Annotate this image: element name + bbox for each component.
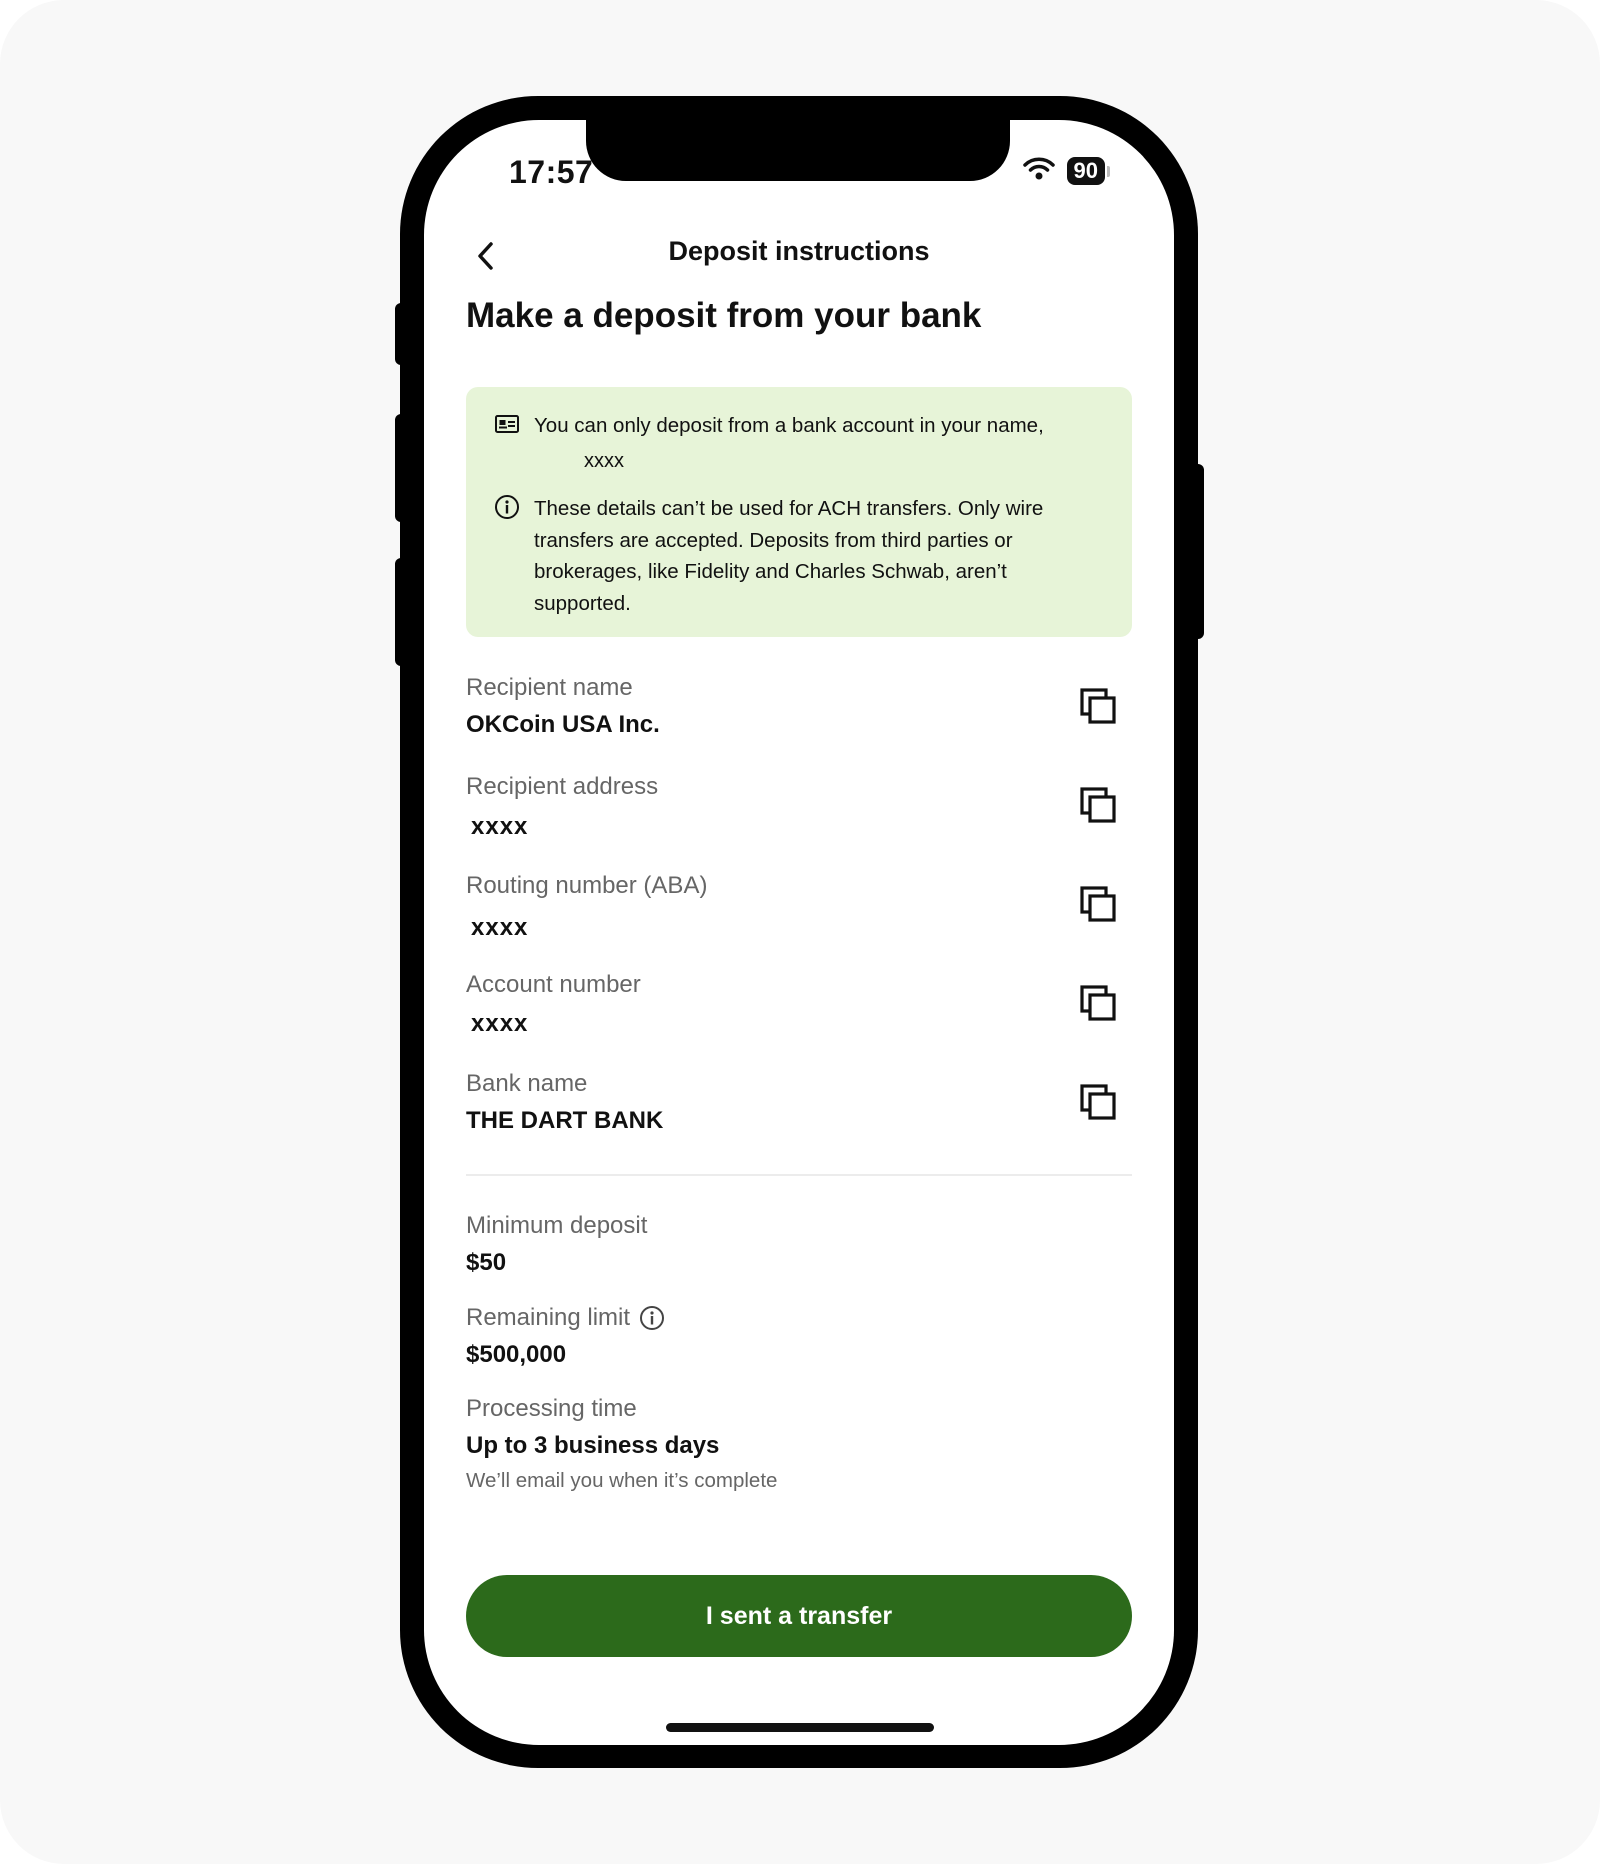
section-divider [466, 1174, 1132, 1176]
copy-icon[interactable] [1078, 884, 1118, 924]
field-value: OKCoin USA Inc. [466, 711, 660, 738]
recipient-name-field: Recipient name OKCoin USA Inc. [466, 674, 1132, 739]
notch [586, 120, 1010, 181]
status-icons: 90 [1022, 156, 1110, 186]
processing-time: Processing time Up to 3 business days We… [466, 1395, 777, 1493]
copy-icon[interactable] [1078, 785, 1118, 825]
copy-icon[interactable] [1078, 1082, 1118, 1122]
field-label: Recipient address [466, 773, 659, 800]
phone-screen: 17:57 90 Deposit instructions Make a dep… [424, 120, 1174, 1745]
field-label: Routing number (ABA) [466, 872, 708, 899]
minimum-deposit-label: Minimum deposit [466, 1212, 648, 1239]
id-card-icon [495, 415, 519, 433]
processing-time-label: Processing time [466, 1395, 637, 1422]
wire-notice-text: These details can’t be used for ACH tran… [534, 497, 1044, 615]
nav-title: Deposit instructions [668, 236, 930, 266]
remaining-limit: Remaining limit $500,000 [466, 1304, 665, 1369]
account-number-field: Account number xxxx [466, 971, 1132, 1038]
remaining-limit-label-row: Remaining limit [466, 1304, 665, 1332]
minimum-deposit: Minimum deposit $50 [466, 1212, 647, 1277]
field-value: xxxx [471, 1010, 529, 1037]
account-holder-name: xxxx [584, 450, 624, 472]
name-notice-text: You can only deposit from a bank account… [534, 414, 1044, 437]
notice-box: You can only deposit from a bank account… [466, 387, 1132, 637]
minimum-deposit-value: $50 [466, 1249, 507, 1276]
copy-icon[interactable] [1078, 686, 1118, 726]
page-title: Make a deposit from your bank [466, 296, 982, 335]
info-icon [495, 495, 519, 519]
bank-name-field: Bank name THE DART BANK [466, 1070, 1132, 1135]
battery-tip [1107, 165, 1110, 177]
remaining-limit-value: $500,000 [466, 1341, 567, 1368]
field-value: xxxx [471, 914, 529, 941]
wire-notice-row: These details can’t be used for ACH tran… [494, 493, 1092, 619]
field-label: Bank name [466, 1070, 588, 1097]
copy-icon[interactable] [1078, 983, 1118, 1023]
field-label: Account number [466, 971, 641, 998]
routing-number-field: Routing number (ABA) xxxx [466, 872, 1132, 942]
remaining-limit-label: Remaining limit [466, 1304, 631, 1331]
recipient-address-field: Recipient address xxxx [466, 773, 1132, 841]
field-value: xxxx [471, 813, 529, 840]
wifi-icon [1022, 157, 1055, 186]
sent-transfer-button[interactable]: I sent a transfer [466, 1575, 1132, 1657]
processing-time-note: We’ll email you when it’s complete [466, 1469, 778, 1492]
info-icon[interactable] [639, 1305, 665, 1331]
field-value: THE DART BANK [466, 1107, 664, 1134]
name-notice-row: You can only deposit from a bank account… [494, 410, 1092, 442]
battery-indicator: 90 [1066, 157, 1105, 185]
home-indicator [666, 1723, 934, 1732]
status-time: 17:57 [509, 154, 594, 190]
field-label: Recipient name [466, 674, 633, 701]
processing-time-value: Up to 3 business days [466, 1432, 720, 1459]
